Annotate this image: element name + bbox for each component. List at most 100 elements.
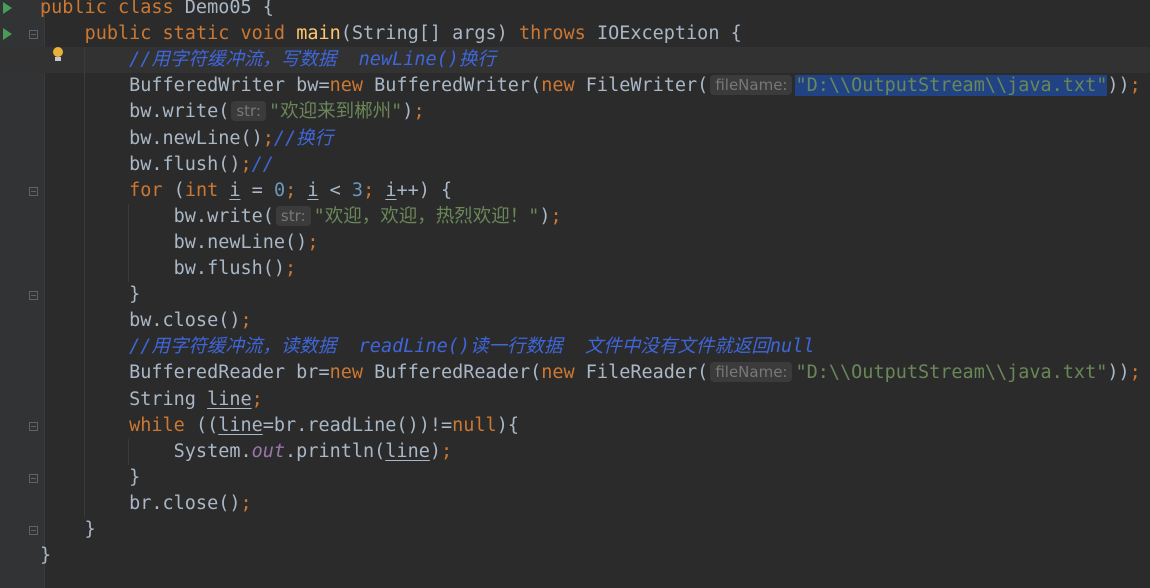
code-line[interactable]: } bbox=[0, 543, 1150, 569]
parameter-hint: str: bbox=[275, 205, 311, 226]
code-token: ; bbox=[550, 205, 562, 227]
code-token: line bbox=[385, 440, 430, 462]
code-token: =br.readLine())!= bbox=[262, 414, 453, 436]
code-token: ; bbox=[251, 388, 263, 410]
code-line[interactable]: } bbox=[0, 465, 1150, 491]
code-token: bw.flush() bbox=[40, 153, 241, 175]
code-token: public static void bbox=[84, 23, 297, 45]
code-line[interactable]: for (int i = 0; i < 3; i++) { bbox=[0, 178, 1150, 204]
code-line[interactable]: bw.newLine();//换行 bbox=[0, 126, 1150, 152]
fold-end-icon[interactable] bbox=[29, 473, 38, 483]
code-line[interactable]: String line; bbox=[0, 387, 1150, 413]
code-token: out bbox=[251, 440, 286, 462]
code-line[interactable]: bw.write(str: "欢迎，欢迎，热烈欢迎！"); bbox=[0, 204, 1150, 230]
code-token: System. bbox=[40, 440, 252, 462]
code-line[interactable]: BufferedReader br=new BufferedReader(new… bbox=[0, 360, 1150, 386]
code-line[interactable]: //用字符缓冲流，读数据 readLine()读一行数据 文件中没有文件就返回n… bbox=[0, 334, 1150, 360]
code-line-content: BufferedWriter bw=new BufferedWriter(new… bbox=[40, 73, 1141, 99]
code-line[interactable]: bw.flush();// bbox=[0, 152, 1150, 178]
code-line-content: for (int i = 0; i < 3; i++) { bbox=[40, 178, 452, 204]
code-line-content: bw.newLine(); bbox=[40, 230, 319, 256]
run-icon[interactable] bbox=[3, 2, 12, 14]
indent-guide bbox=[84, 47, 85, 517]
code-token: for bbox=[129, 179, 174, 201]
code-token: ; bbox=[1129, 362, 1141, 384]
code-token: } bbox=[40, 284, 141, 306]
code-token: ) bbox=[402, 101, 414, 123]
intention-bulb-icon[interactable] bbox=[52, 47, 64, 61]
code-token: line bbox=[218, 414, 263, 436]
code-line[interactable]: while ((line=br.readLine())!=null){ bbox=[0, 413, 1150, 439]
fold-collapse-icon[interactable] bbox=[29, 186, 38, 196]
code-line[interactable]: public class Demo05 { bbox=[0, 0, 1150, 21]
code-token: "欢迎，欢迎，热烈欢迎！" bbox=[313, 205, 540, 227]
code-token: null bbox=[452, 414, 497, 436]
code-line-content: bw.write(str: "欢迎来到郴州"); bbox=[40, 99, 425, 125]
code-token: "D:\\OutputStream\\java.txt" bbox=[795, 362, 1108, 384]
fold-collapse-icon[interactable] bbox=[29, 30, 38, 40]
code-token: BufferedWriter( bbox=[374, 75, 542, 97]
code-line[interactable]: System.out.println(line); bbox=[0, 439, 1150, 465]
code-token: FileWriter( bbox=[585, 75, 709, 97]
code-line-content: //用字符缓冲流，写数据 newLine()换行 bbox=[40, 47, 496, 73]
fold-end-icon[interactable] bbox=[29, 291, 38, 301]
code-token: } bbox=[40, 519, 96, 540]
code-token: //换行 bbox=[273, 127, 334, 149]
code-line[interactable]: } bbox=[0, 282, 1150, 308]
code-token: ) bbox=[539, 205, 551, 227]
code-token: (String[] args) bbox=[340, 23, 519, 45]
code-token: new bbox=[329, 362, 375, 384]
code-token: ; bbox=[285, 179, 308, 201]
code-line-content: bw.write(str: "欢迎，欢迎，热烈欢迎！"); bbox=[40, 204, 562, 230]
code-line-content: public static void main(String[] args) t… bbox=[40, 21, 742, 47]
code-token: ( bbox=[173, 179, 185, 201]
code-token: 0 bbox=[273, 179, 286, 201]
code-token: ; bbox=[285, 258, 297, 279]
code-token: ; bbox=[363, 179, 386, 201]
code-token: ){ bbox=[496, 414, 519, 436]
parameter-hint: str: bbox=[231, 101, 267, 122]
code-token: // bbox=[251, 153, 274, 175]
code-token: < bbox=[318, 179, 352, 201]
code-token: )) bbox=[1107, 362, 1130, 384]
code-line-content: br.close(); bbox=[40, 491, 252, 517]
code-token: ) bbox=[429, 440, 441, 462]
code-token: br.close() bbox=[40, 492, 241, 514]
code-token: line bbox=[207, 388, 252, 410]
code-line[interactable]: bw.flush(); bbox=[0, 256, 1150, 282]
code-token: String bbox=[40, 388, 208, 410]
code-token: i bbox=[385, 179, 397, 201]
run-icon[interactable] bbox=[3, 28, 12, 41]
code-line[interactable]: //用字符缓冲流，写数据 newLine()换行 bbox=[0, 47, 1150, 74]
code-line[interactable]: BufferedWriter bw=new BufferedWriter(new… bbox=[0, 73, 1150, 99]
indent-guide bbox=[128, 203, 129, 283]
code-line-content: System.out.println(line); bbox=[40, 439, 453, 465]
code-token: throws bbox=[518, 23, 597, 45]
code-token: i bbox=[229, 179, 241, 201]
code-line[interactable]: bw.close(); bbox=[0, 308, 1150, 334]
code-token: bw.newLine() bbox=[40, 231, 308, 253]
fold-end-icon[interactable] bbox=[29, 526, 38, 535]
code-token: ; bbox=[1129, 75, 1141, 97]
code-line[interactable]: bw.newLine(); bbox=[0, 230, 1150, 256]
code-token: ; bbox=[441, 440, 453, 462]
code-token: public class bbox=[40, 0, 185, 18]
code-editor[interactable]: public class Demo05 { public static void… bbox=[0, 0, 1150, 588]
code-token: new bbox=[541, 362, 586, 384]
code-token: ; bbox=[240, 492, 252, 514]
code-token: ; bbox=[413, 101, 425, 123]
code-line-content: String line; bbox=[40, 387, 263, 413]
code-line[interactable]: public static void main(String[] args) t… bbox=[0, 21, 1150, 47]
code-line[interactable]: bw.write(str: "欢迎来到郴州"); bbox=[0, 99, 1150, 125]
code-token: 3 bbox=[351, 179, 364, 201]
code-token: ; bbox=[307, 231, 319, 253]
code-line[interactable]: } bbox=[0, 517, 1150, 543]
code-line-content: bw.flush();// bbox=[40, 152, 274, 178]
code-token: } bbox=[40, 466, 141, 488]
code-token: ; bbox=[262, 127, 274, 149]
code-token: bw.newLine() bbox=[40, 127, 263, 149]
code-token: i bbox=[307, 179, 319, 201]
fold-collapse-icon[interactable] bbox=[29, 421, 38, 431]
code-line[interactable]: br.close(); bbox=[0, 491, 1150, 517]
code-token: int bbox=[184, 179, 230, 201]
